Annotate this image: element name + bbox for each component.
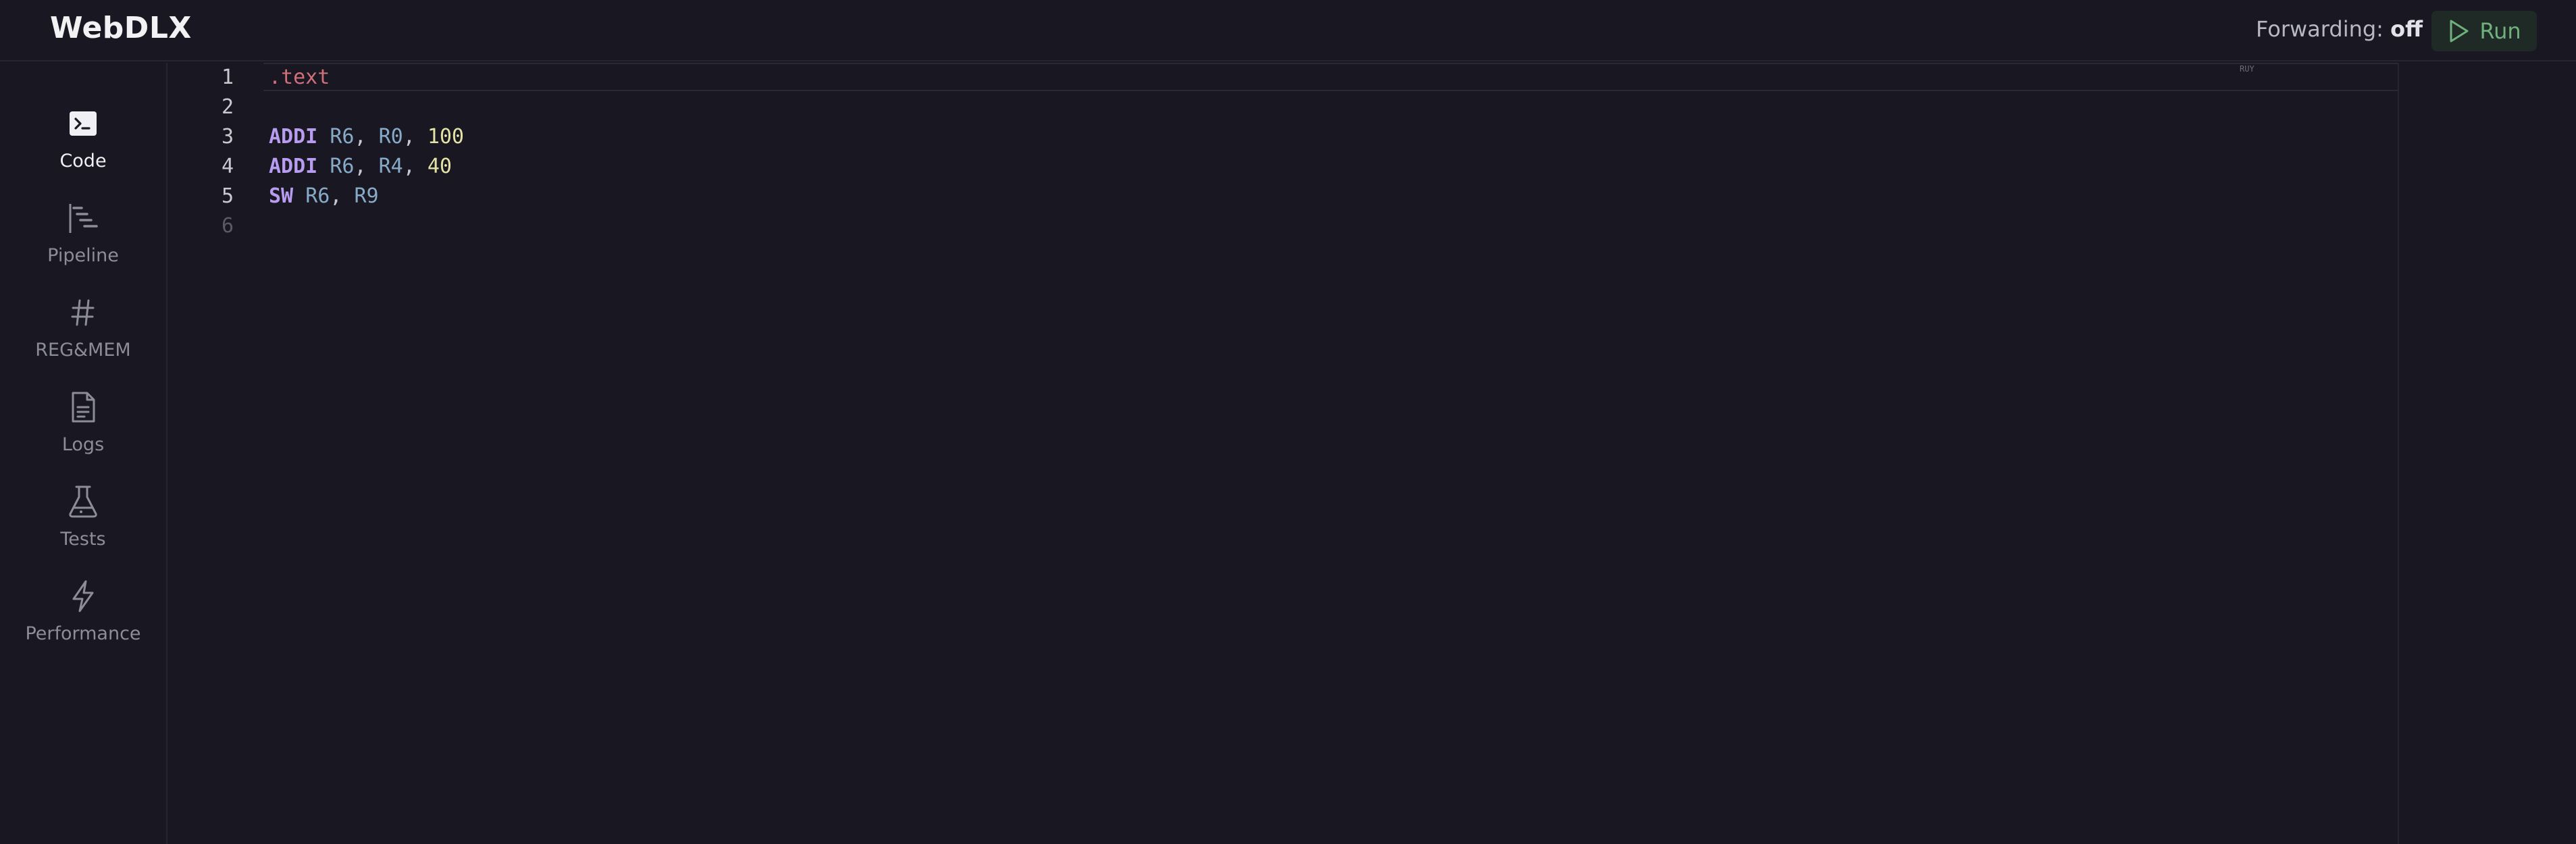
- line-number: 6: [221, 214, 234, 238]
- right-panel: [2398, 63, 2576, 844]
- code-text: ADDI R6, R0, 100: [269, 122, 464, 152]
- line-number: 3: [221, 125, 234, 149]
- hash-icon: [66, 295, 101, 330]
- line-number: 2: [221, 95, 234, 119]
- code-text: .text: [269, 63, 330, 93]
- code-editor[interactable]: RUY 1 .text 2 3 ADDI R6, R0, 100 4 ADDI R6, R4…: [169, 63, 2404, 844]
- sidebar-item-pipeline[interactable]: Pipeline: [0, 187, 166, 275]
- sidebar-item-reg-mem[interactable]: REG&MEM: [0, 282, 166, 369]
- code-line[interactable]: 1 .text: [169, 63, 2330, 93]
- code-token: R6: [330, 125, 355, 149]
- forwarding-toggle[interactable]: Forwarding: off: [2256, 16, 2423, 42]
- code-token: R6: [330, 155, 355, 178]
- sidebar-item-logs[interactable]: Logs: [0, 376, 166, 464]
- terminal-icon: [66, 106, 101, 141]
- sidebar-item-label: Pipeline: [47, 245, 119, 266]
- code-token: ,: [403, 125, 428, 149]
- sidebar-item-performance[interactable]: Performance: [0, 565, 166, 653]
- sidebar-item-label: Tests: [60, 529, 106, 550]
- code-token: R9: [354, 184, 379, 208]
- code-line[interactable]: 2: [169, 93, 2330, 122]
- code-token: R4: [378, 155, 403, 178]
- code-text: SW R6, R9: [269, 182, 379, 211]
- forwarding-value: off: [2390, 16, 2423, 42]
- code-token: ,: [330, 184, 355, 208]
- line-number: 5: [221, 184, 234, 208]
- code-line[interactable]: 3 ADDI R6, R0, 100: [169, 122, 2330, 152]
- run-button[interactable]: Run: [2431, 11, 2537, 51]
- code-token: SW: [269, 184, 294, 208]
- code-line[interactable]: 5 SW R6, R9: [169, 182, 2330, 211]
- sidebar-item-label: Performance: [25, 623, 141, 644]
- code-token: ,: [354, 155, 379, 178]
- line-number: 4: [221, 155, 234, 178]
- code-token: ADDI: [269, 155, 318, 178]
- code-token: R0: [378, 125, 403, 149]
- zap-icon: [66, 579, 101, 614]
- code-line[interactable]: 6: [169, 211, 2330, 241]
- code-token: .text: [269, 65, 330, 89]
- play-icon: [2447, 19, 2470, 43]
- sidebar-item-code[interactable]: Code: [0, 93, 166, 180]
- app-header: WebDLX Forwarding: off Run: [0, 0, 2576, 61]
- code-token: 100: [427, 125, 464, 149]
- code-token: 40: [427, 155, 452, 178]
- code-line[interactable]: 4 ADDI R6, R4, 40: [169, 152, 2330, 182]
- code-token: ,: [354, 125, 379, 149]
- code-token: R6: [305, 184, 330, 208]
- sidebar-item-tests[interactable]: Tests: [0, 471, 166, 558]
- code-text: ADDI R6, R4, 40: [269, 152, 452, 182]
- file-text-icon: [66, 390, 101, 425]
- code-token: ,: [403, 155, 428, 178]
- line-number: 1: [221, 65, 234, 89]
- code-token: ADDI: [269, 125, 318, 149]
- sidebar-item-label: Logs: [61, 434, 105, 455]
- sidebar: Code Pipeline REG&MEM Logs Tests Perform…: [0, 63, 168, 844]
- sidebar-item-label: Code: [59, 151, 107, 172]
- run-button-label: Run: [2479, 18, 2521, 44]
- sidebar-item-label: REG&MEM: [35, 340, 131, 361]
- flask-icon: [66, 484, 101, 519]
- forwarding-label: Forwarding:: [2256, 16, 2384, 42]
- pipeline-icon: [66, 201, 101, 236]
- app-brand: WebDLX: [50, 11, 192, 45]
